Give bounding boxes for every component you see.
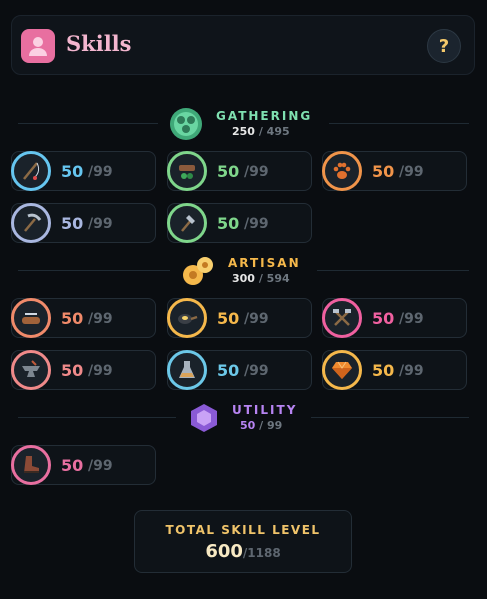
boot-icon [11, 445, 51, 485]
total-skill-level-panel: TOTAL SKILL LEVEL 600/1188 [134, 510, 352, 573]
skill-level: 50 [61, 456, 84, 475]
hatchet-icon [167, 203, 207, 243]
help-button[interactable]: ? [427, 29, 461, 63]
skill-level: 50 [372, 309, 395, 328]
skill-level: 50 [372, 361, 395, 380]
page-title: Skills [66, 31, 132, 56]
crossed-hammers-icon [322, 298, 362, 338]
skill-card-mining[interactable]: 50 /99 [11, 203, 156, 243]
divider [311, 417, 469, 418]
gathering-orb-icon [168, 106, 204, 142]
section-current: 50 [240, 419, 256, 432]
total-max: /1188 [242, 546, 281, 560]
total-label: TOTAL SKILL LEVEL [165, 523, 321, 537]
divider [18, 123, 158, 124]
section-max: / 99 [259, 419, 283, 432]
paw-print-icon [322, 151, 362, 191]
pickaxe-icon [11, 203, 51, 243]
divider [317, 270, 469, 271]
section-name: ARTISAN [228, 256, 301, 270]
lab-flask-icon [167, 350, 207, 390]
section-count: 250 / 495 [232, 125, 290, 138]
frying-pan-icon [167, 298, 207, 338]
artisan-gears-icon [180, 253, 216, 289]
fishing-rod-icon [11, 151, 51, 191]
skill-max: /99 [88, 216, 113, 232]
skill-card-fishing[interactable]: 50 /99 [11, 151, 156, 191]
skill-card-hunting[interactable]: 50 /99 [322, 151, 467, 191]
skill-card-carpentry[interactable]: 50 /99 [11, 298, 156, 338]
skill-card-cooking[interactable]: 50 /99 [167, 298, 312, 338]
total-value-row: 600/1188 [135, 541, 351, 562]
skills-header: Skills ? [11, 15, 475, 75]
skill-max: /99 [399, 363, 424, 379]
skill-level: 50 [217, 214, 240, 233]
section-count: 50 / 99 [240, 419, 282, 432]
section-header-gathering: GATHERING 250 / 495 [18, 106, 469, 142]
anvil-icon [11, 350, 51, 390]
skill-max: /99 [88, 458, 113, 474]
skill-max: /99 [244, 164, 269, 180]
skill-card-woodcutting[interactable]: 50 /99 [167, 203, 312, 243]
total-value: 600 [205, 541, 243, 562]
skill-card-foraging[interactable]: 50 /99 [167, 151, 312, 191]
section-name: GATHERING [216, 109, 313, 123]
skill-card-forging[interactable]: 50 /99 [11, 350, 156, 390]
section-name: UTILITY [232, 403, 298, 417]
skill-card-alchemy[interactable]: 50 /99 [167, 350, 312, 390]
section-header-artisan: ARTISAN 300 / 594 [18, 253, 469, 289]
divider [329, 123, 469, 124]
section-current: 300 [232, 272, 255, 285]
skill-max: /99 [399, 311, 424, 327]
skill-max: /99 [399, 164, 424, 180]
skill-level: 50 [61, 361, 84, 380]
divider [18, 270, 170, 271]
section-max: / 495 [258, 125, 290, 138]
user-avatar-icon [21, 29, 55, 63]
foraging-bundle-icon [167, 151, 207, 191]
skill-level: 50 [61, 309, 84, 328]
section-header-utility: UTILITY 50 / 99 [18, 400, 469, 436]
utility-crystal-icon [186, 400, 222, 436]
log-saw-icon [11, 298, 51, 338]
skill-level: 50 [372, 162, 395, 181]
skill-level: 50 [217, 309, 240, 328]
skill-max: /99 [244, 216, 269, 232]
skill-level: 50 [217, 361, 240, 380]
skill-card-smithing[interactable]: 50 /99 [322, 298, 467, 338]
skill-level: 50 [61, 162, 84, 181]
section-count: 300 / 594 [232, 272, 290, 285]
skill-max: /99 [88, 363, 113, 379]
skill-card-agility[interactable]: 50 /99 [11, 445, 156, 485]
skill-level: 50 [217, 162, 240, 181]
skill-max: /99 [244, 363, 269, 379]
divider [18, 417, 176, 418]
gem-icon [322, 350, 362, 390]
skill-max: /99 [244, 311, 269, 327]
skill-max: /99 [88, 164, 113, 180]
section-max: / 594 [258, 272, 290, 285]
section-current: 250 [232, 125, 255, 138]
skill-level: 50 [61, 214, 84, 233]
skill-max: /99 [88, 311, 113, 327]
skill-card-jewelcrafting[interactable]: 50 /99 [322, 350, 467, 390]
